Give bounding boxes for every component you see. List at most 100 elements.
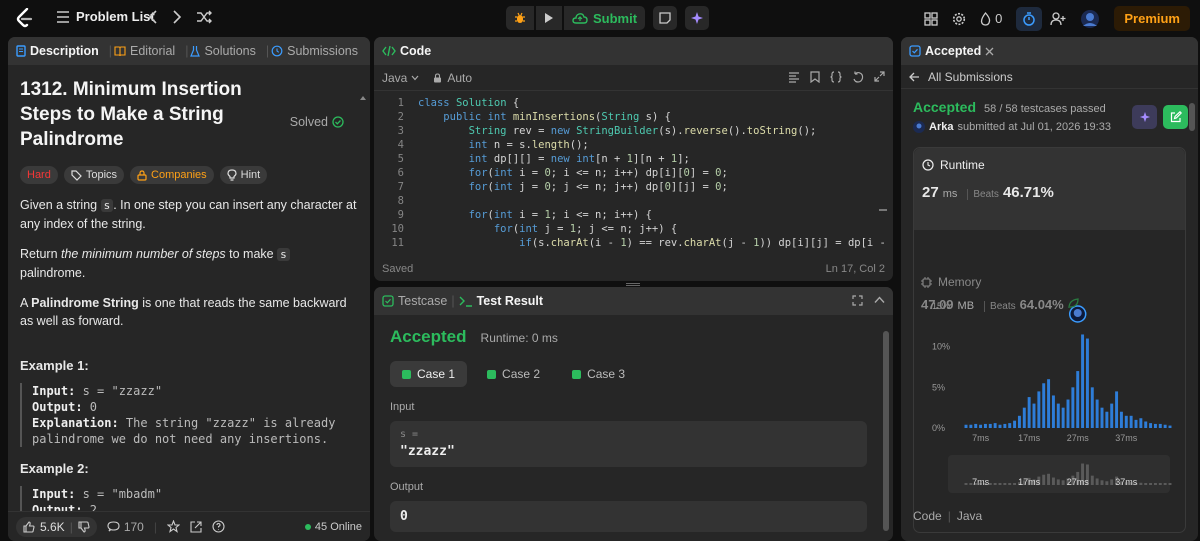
- edit-solution-button[interactable]: [1163, 105, 1188, 129]
- runtime-bar[interactable]: [1056, 403, 1060, 428]
- runtime-bar[interactable]: [1042, 383, 1046, 428]
- language-select[interactable]: Java: [382, 71, 419, 85]
- runtime-bar[interactable]: [1047, 379, 1051, 428]
- editor-scroll-thumb[interactable]: [879, 209, 887, 211]
- description-scrollbar[interactable]: [360, 95, 366, 511]
- leetcode-logo-icon[interactable]: [16, 8, 34, 28]
- runtime-bar[interactable]: [1158, 423, 1162, 428]
- expand-icon[interactable]: [874, 71, 885, 83]
- case-2-tab[interactable]: Case 2: [475, 361, 552, 387]
- ai-assist-button[interactable]: [685, 6, 710, 30]
- submitter-name[interactable]: Arka: [929, 121, 953, 133]
- runtime-bar[interactable]: [1066, 399, 1070, 428]
- tab-accepted[interactable]: Accepted: [909, 44, 981, 58]
- analyze-button[interactable]: [1132, 105, 1157, 129]
- help-icon[interactable]: [212, 520, 225, 533]
- close-icon[interactable]: [985, 47, 994, 56]
- runtime-bar[interactable]: [1134, 419, 1138, 428]
- tab-description[interactable]: Description: [16, 44, 99, 58]
- reset-icon[interactable]: [852, 71, 864, 83]
- runtime-bar[interactable]: [1027, 397, 1031, 428]
- bookmark-icon[interactable]: [810, 71, 820, 83]
- add-user-icon[interactable]: [1050, 11, 1066, 26]
- run-button[interactable]: [536, 6, 562, 30]
- runtime-bar[interactable]: [1003, 423, 1007, 428]
- runtime-bar[interactable]: [1105, 411, 1109, 428]
- braces-icon[interactable]: [830, 71, 842, 83]
- runtime-bar[interactable]: [1149, 423, 1153, 428]
- runtime-bar[interactable]: [1090, 387, 1094, 428]
- prev-problem-icon[interactable]: [148, 10, 158, 24]
- runtime-bar[interactable]: [1081, 334, 1085, 428]
- runtime-bar[interactable]: [1115, 391, 1119, 428]
- comment-icon[interactable]: [107, 520, 120, 533]
- format-icon[interactable]: [788, 71, 800, 83]
- difficulty-badge[interactable]: Hard: [20, 166, 58, 184]
- problem-title[interactable]: 1312. Minimum Insertion Steps to Make a …: [20, 77, 270, 152]
- runtime-bar[interactable]: [1129, 415, 1133, 428]
- timer-button[interactable]: [1016, 6, 1043, 31]
- fullscreen-icon[interactable]: [852, 295, 863, 306]
- runtime-bar[interactable]: [1095, 399, 1099, 428]
- runtime-bar[interactable]: [1085, 338, 1089, 428]
- runtime-bar[interactable]: [1071, 387, 1075, 428]
- runtime-bar[interactable]: [1051, 395, 1055, 428]
- debug-button[interactable]: [506, 6, 534, 30]
- runtime-bar[interactable]: [983, 423, 987, 428]
- runtime-bar[interactable]: [964, 424, 968, 428]
- submit-button[interactable]: Submit: [564, 6, 646, 30]
- runtime-bar[interactable]: [1037, 391, 1041, 428]
- companies-tag[interactable]: Companies: [130, 166, 214, 184]
- runtime-bar[interactable]: [988, 423, 992, 428]
- all-submissions-link[interactable]: All Submissions: [901, 65, 1198, 89]
- tab-editorial[interactable]: Editorial: [114, 44, 175, 58]
- premium-button[interactable]: Premium: [1114, 6, 1190, 31]
- runtime-bar[interactable]: [1168, 425, 1172, 428]
- gear-icon[interactable]: [952, 12, 966, 26]
- runtime-distribution-chart[interactable]: 15%10%5%0% 7ms 17ms 27ms 37ms 7ms 17ms 27ms 37…: [914, 148, 1187, 528]
- runtime-bar[interactable]: [1163, 424, 1167, 428]
- runtime-bar[interactable]: [969, 424, 973, 428]
- runtime-bar[interactable]: [1013, 420, 1017, 428]
- topics-tag[interactable]: Topics: [63, 166, 125, 184]
- thumbs-down-icon[interactable]: [78, 520, 90, 533]
- avatar[interactable]: [1080, 9, 1100, 29]
- submission-scrollbar[interactable]: [1189, 103, 1195, 131]
- problem-list-button[interactable]: Problem List: [56, 9, 155, 24]
- runtime-bar[interactable]: [1017, 415, 1021, 428]
- runtime-bar[interactable]: [1061, 407, 1065, 428]
- tab-submissions[interactable]: Submissions: [271, 44, 358, 58]
- runtime-bar[interactable]: [979, 424, 983, 428]
- streak-counter[interactable]: 0: [980, 11, 1002, 26]
- code-editor[interactable]: 1 class Solution { 2 public int minInsert…: [374, 91, 893, 249]
- runtime-bar[interactable]: [1153, 423, 1157, 428]
- memory-card[interactable]: Memory 47.09 MB Beats 64.04%: [921, 275, 1079, 312]
- star-icon[interactable]: [166, 520, 180, 533]
- runtime-bar[interactable]: [1008, 423, 1012, 428]
- shuffle-icon[interactable]: [196, 10, 212, 24]
- autocomplete-mode[interactable]: Auto: [433, 71, 472, 85]
- runtime-bar[interactable]: [998, 424, 1002, 428]
- case-3-tab[interactable]: Case 3: [560, 361, 637, 387]
- panel-resize-handle[interactable]: [626, 283, 640, 286]
- runtime-bar[interactable]: [1076, 371, 1080, 428]
- test-scrollbar[interactable]: [883, 331, 889, 531]
- runtime-bar[interactable]: [974, 423, 978, 428]
- runtime-bar[interactable]: [1032, 403, 1036, 428]
- runtime-bar[interactable]: [1124, 415, 1128, 428]
- collapse-icon[interactable]: [874, 296, 885, 304]
- thumbs-up-icon[interactable]: [23, 520, 35, 533]
- tab-testcase[interactable]: Testcase: [382, 294, 447, 308]
- runtime-bar[interactable]: [1139, 418, 1143, 428]
- hint-tag[interactable]: Hint: [219, 166, 268, 184]
- tab-test-result[interactable]: Test Result: [459, 294, 543, 308]
- runtime-bar[interactable]: [1110, 403, 1114, 428]
- tab-solutions[interactable]: Solutions: [190, 44, 256, 58]
- runtime-bar[interactable]: [1100, 407, 1104, 428]
- runtime-bar[interactable]: [1022, 407, 1026, 428]
- runtime-bar[interactable]: [1144, 421, 1148, 428]
- runtime-bar[interactable]: [993, 423, 997, 428]
- case-1-tab[interactable]: Case 1: [390, 361, 468, 387]
- notes-button[interactable]: [653, 6, 678, 30]
- range-selector[interactable]: [948, 455, 1170, 493]
